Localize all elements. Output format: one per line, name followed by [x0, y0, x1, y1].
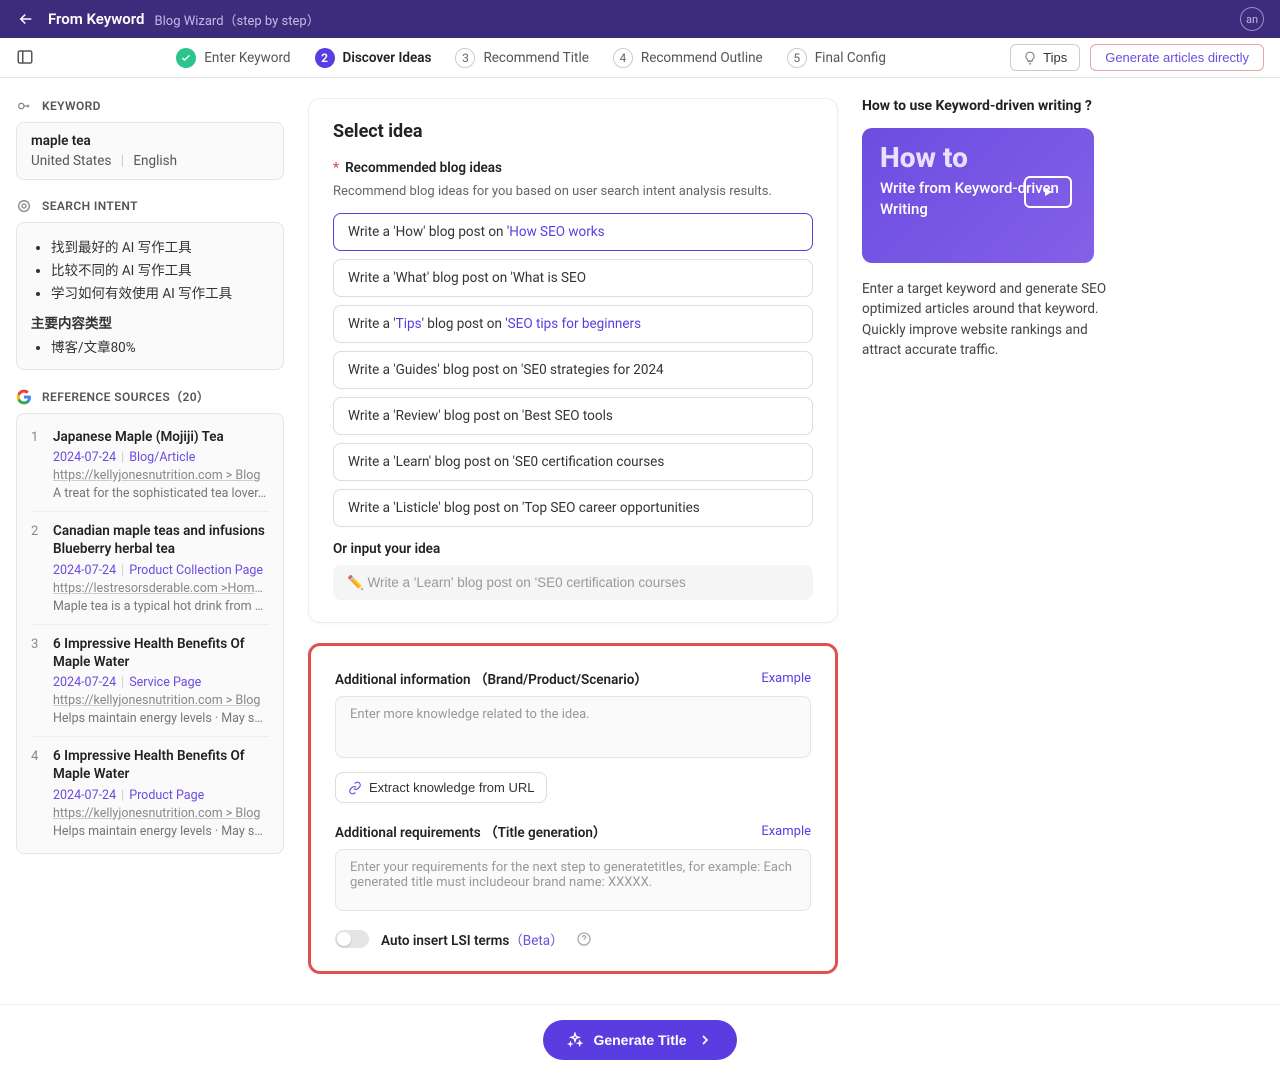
ref-url: https://kellyjonesnutrition.com > Blog — [53, 693, 269, 708]
back-button[interactable] — [16, 9, 36, 29]
right-panel: How to use Keyword-driven writing ? How … — [862, 98, 1122, 360]
step-enter-keyword[interactable]: Enter Keyword — [176, 48, 290, 68]
ref-item[interactable]: 1 Japanese Maple (Mojiji) Tea 2024-07-24… — [31, 418, 269, 512]
step-label: Enter Keyword — [204, 50, 290, 66]
sparkle-icon — [567, 1032, 583, 1048]
panel-toggle-icon[interactable] — [16, 48, 36, 68]
idea-option[interactable]: Write a 'What' blog post on 'What is SEO — [333, 259, 813, 297]
extract-url-button[interactable]: Extract knowledge from URL — [335, 772, 547, 803]
ref-desc: Helps maintain energy levels · May suppo… — [53, 824, 269, 839]
intent-item: 比较不同的 AI 写作工具 — [51, 259, 269, 279]
step-recommend-title[interactable]: 3 Recommend Title — [455, 48, 588, 68]
intent-subhead: 主要内容类型 — [31, 312, 269, 332]
ref-item[interactable]: 4 6 Impressive Health Benefits Of Maple … — [31, 737, 269, 848]
recommended-label: Recommended blog ideas — [345, 160, 502, 176]
intent-item: 找到最好的 AI 写作工具 — [51, 236, 269, 256]
google-icon — [16, 389, 32, 405]
lsi-label: Auto insert LSI terms（Beta） — [381, 929, 564, 949]
example-link[interactable]: Example — [761, 671, 811, 686]
intent-section-head: SEARCH INTENT — [16, 198, 284, 214]
idea-option[interactable]: Write a 'How' blog post on 'How SEO work… — [333, 213, 813, 251]
step-badge: 4 — [613, 48, 633, 68]
select-idea-card: Select idea *Recommended blog ideas Reco… — [308, 98, 838, 623]
ref-desc: Helps maintain energy levels · May suppo… — [53, 711, 269, 726]
tips-button[interactable]: Tips — [1010, 44, 1080, 71]
ref-title: 6 Impressive Health Benefits Of Maple Wa… — [53, 747, 269, 783]
ref-title: Japanese Maple (Mojiji) Tea — [53, 428, 269, 446]
footer: Generate Title — [0, 1004, 1280, 1074]
additional-info-label: Additional information （Brand/Product/Sc… — [335, 668, 648, 688]
idea-option[interactable]: Write a 'Learn' blog post on 'SE0 certif… — [333, 443, 813, 481]
step-badge: 2 — [315, 48, 335, 68]
example-link[interactable]: Example — [761, 824, 811, 839]
page-subtitle: Blog Wizard（step by step） — [155, 10, 320, 29]
idea-option[interactable]: Write a 'Tips' blog post on 'SEO tips fo… — [333, 305, 813, 343]
howto-video[interactable]: How to Write from Keyword-driven Writing — [862, 128, 1094, 263]
step-recommend-outline[interactable]: 4 Recommend Outline — [613, 48, 763, 68]
tips-label: Tips — [1043, 50, 1067, 65]
ref-title: 6 Impressive Health Benefits Of Maple Wa… — [53, 635, 269, 671]
idea-option[interactable]: Write a 'Listicle' blog post on 'Top SEO… — [333, 489, 813, 527]
keyword-language: English — [133, 153, 177, 169]
key-icon — [16, 98, 32, 114]
check-icon — [176, 48, 196, 68]
intent-sub-item: 博客/文章80% — [51, 336, 269, 356]
play-icon[interactable] — [1024, 176, 1072, 208]
howto-heading: How to use Keyword-driven writing ? — [862, 98, 1122, 114]
or-input-label: Or input your idea — [333, 541, 813, 557]
keyword-country: United States — [31, 153, 111, 169]
target-icon — [16, 198, 32, 214]
step-discover-ideas[interactable]: 2 Discover Ideas — [315, 48, 432, 68]
keyword-value: maple tea — [31, 133, 269, 149]
select-idea-heading: Select idea — [333, 121, 813, 142]
topbar: From Keyword Blog Wizard（step by step） a… — [0, 0, 1280, 38]
step-label: Recommend Title — [483, 50, 588, 66]
additional-info-card: Additional information （Brand/Product/Sc… — [308, 643, 838, 974]
chevron-right-icon — [697, 1032, 713, 1048]
page-title: From Keyword — [48, 10, 145, 28]
refs-card: 1 Japanese Maple (Mojiji) Tea 2024-07-24… — [16, 413, 284, 854]
howto-desc: Enter a target keyword and generate SEO … — [862, 279, 1122, 360]
stepbar: Enter Keyword 2 Discover Ideas 3 Recomme… — [0, 38, 1280, 78]
step-label: Discover Ideas — [343, 50, 432, 66]
intent-item: 学习如何有效使用 AI 写作工具 — [51, 282, 269, 302]
additional-info-textarea[interactable] — [335, 696, 811, 758]
ref-url: https://kellyjonesnutrition.com > Blog — [53, 806, 269, 821]
generate-title-button[interactable]: Generate Title — [543, 1020, 736, 1060]
ref-url: https://lestresorsderable.com >Home >Dri… — [53, 581, 269, 596]
ref-title: Canadian maple teas and infusions Bluebe… — [53, 522, 269, 558]
idea-option[interactable]: Write a 'Review' blog post on 'Best SEO … — [333, 397, 813, 435]
left-panel: KEYWORD maple tea United States | Englis… — [16, 98, 284, 872]
help-icon[interactable] — [576, 931, 592, 947]
generate-articles-directly-button[interactable]: Generate articles directly — [1090, 44, 1264, 71]
additional-req-label: Additional requirements （Title generatio… — [335, 821, 606, 841]
step-badge: 5 — [787, 48, 807, 68]
keyword-card: maple tea United States | English — [16, 122, 284, 180]
lightbulb-icon — [1023, 51, 1037, 65]
ref-desc: A treat for the sophisticated tea lover.… — [53, 486, 269, 501]
recommended-hint: Recommend blog ideas for you based on us… — [333, 184, 813, 199]
ref-url: https://kellyjonesnutrition.com > Blog — [53, 468, 269, 483]
idea-input[interactable] — [333, 565, 813, 600]
keyword-section-head: KEYWORD — [16, 98, 284, 114]
ref-desc: Maple tea is a typical hot drink from Ca… — [53, 599, 269, 614]
refs-section-head: REFERENCE SOURCES（20） — [16, 388, 284, 405]
step-label: Final Config — [815, 50, 886, 66]
avatar[interactable]: an — [1240, 7, 1264, 31]
step-label: Recommend Outline — [641, 50, 763, 66]
intent-card: 找到最好的 AI 写作工具 比较不同的 AI 写作工具 学习如何有效使用 AI … — [16, 222, 284, 370]
video-title: How to — [880, 144, 1076, 172]
lsi-toggle[interactable] — [335, 930, 369, 948]
ref-item[interactable]: 2 Canadian maple teas and infusions Blue… — [31, 512, 269, 624]
main-panel: Select idea *Recommended blog ideas Reco… — [308, 98, 838, 994]
step-badge: 3 — [455, 48, 475, 68]
link-icon — [348, 781, 362, 795]
ref-item[interactable]: 3 6 Impressive Health Benefits Of Maple … — [31, 625, 269, 737]
step-final-config[interactable]: 5 Final Config — [787, 48, 886, 68]
additional-req-textarea[interactable] — [335, 849, 811, 911]
idea-option[interactable]: Write a 'Guides' blog post on 'SE0 strat… — [333, 351, 813, 389]
